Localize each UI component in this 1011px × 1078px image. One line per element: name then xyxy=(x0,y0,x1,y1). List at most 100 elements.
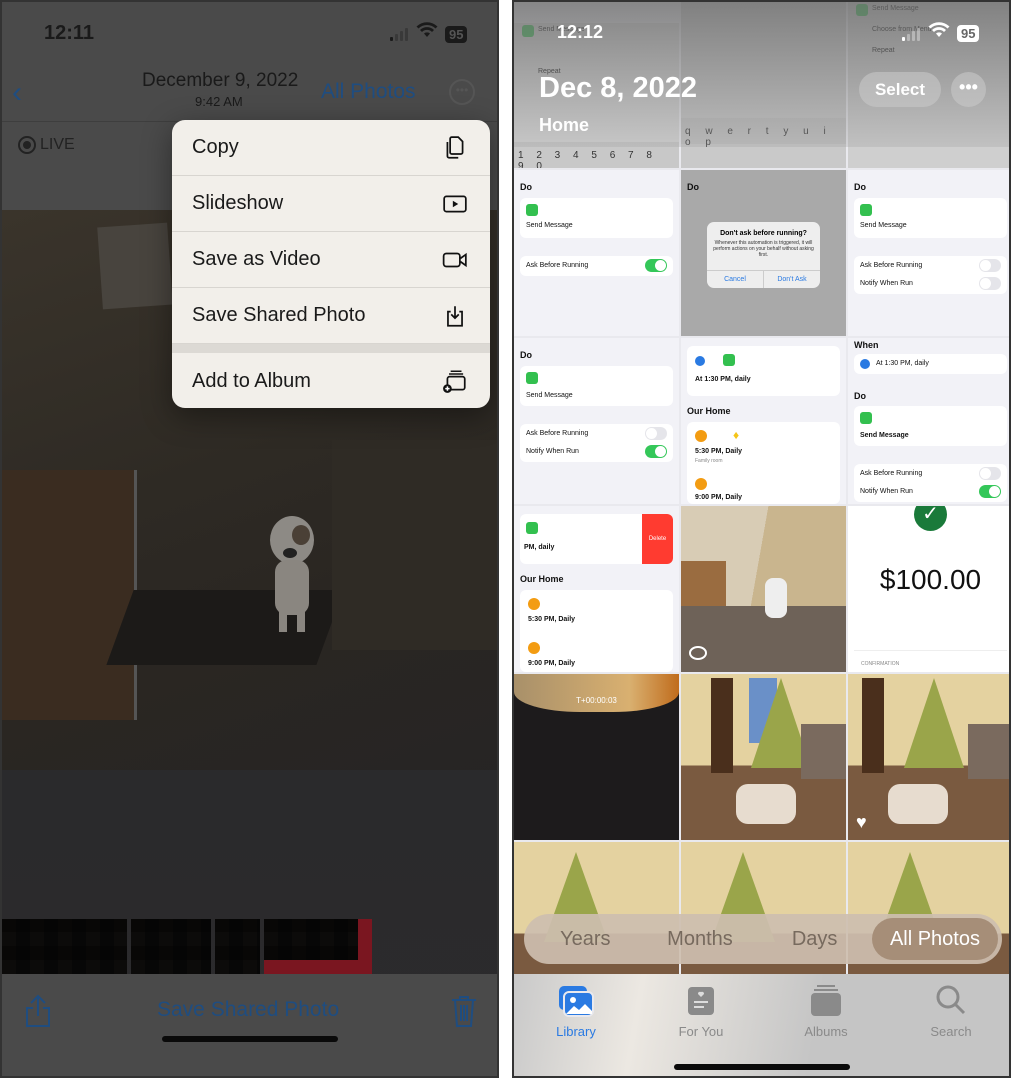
header-overlay: 12:12 95 Dec 8, 2022 Home Select ••• xyxy=(514,2,1009,147)
lamp-icon: ♦ xyxy=(733,428,740,442)
thumbnail[interactable] xyxy=(215,919,260,974)
trash-icon[interactable] xyxy=(450,994,478,1028)
status-time: 12:12 xyxy=(557,22,604,42)
thumbnail-strip[interactable] xyxy=(2,919,497,974)
copy-icon xyxy=(446,135,464,159)
photo-tile[interactable] xyxy=(681,506,846,672)
tab-library[interactable]: Library xyxy=(531,984,621,1039)
toggle-switch[interactable] xyxy=(645,445,667,458)
menu-item-add-to-album[interactable]: Add to Album xyxy=(172,353,490,408)
left-phone-screen: 12:11 95 ‹ December 9, 2022 9:42 AM All … xyxy=(0,0,499,1078)
thumbnail[interactable] xyxy=(2,919,127,974)
dogs xyxy=(736,784,796,824)
back-chevron-icon[interactable]: ‹ xyxy=(12,76,22,110)
all-photos-button[interactable]: All Photos xyxy=(321,80,416,104)
tab-for-you[interactable]: For You xyxy=(656,984,746,1039)
payment-amount: $100.00 xyxy=(879,564,982,595)
thumbnail[interactable] xyxy=(131,919,211,974)
menu-separator xyxy=(172,344,490,353)
home-indicator xyxy=(162,1036,338,1042)
segment-days[interactable]: Days xyxy=(757,918,872,960)
share-icon[interactable] xyxy=(24,994,52,1028)
navigation-bar: ‹ December 9, 2022 9:42 AM All Photos ••… xyxy=(2,62,497,122)
delete-button[interactable]: Delete xyxy=(642,514,673,564)
view-segmented-control: Years Months Days All Photos xyxy=(524,914,1002,964)
comment-icon[interactable] xyxy=(689,646,707,660)
menu-item-slideshow[interactable]: Slideshow xyxy=(172,176,490,232)
photo-wall xyxy=(332,440,497,650)
download-icon xyxy=(447,305,463,327)
video-header xyxy=(514,674,679,712)
favorite-heart-icon: ♥ xyxy=(856,812,867,832)
tab-albums[interactable]: Albums xyxy=(781,984,871,1039)
library-location: Home xyxy=(539,115,590,135)
select-button[interactable]: Select xyxy=(859,72,941,107)
grandfather-clock xyxy=(711,678,733,773)
checkmark-icon: ✓ xyxy=(914,506,947,531)
photo-time: 9:42 AM xyxy=(195,94,243,109)
wifi-icon xyxy=(928,22,950,43)
wall-calendar xyxy=(97,222,173,310)
message-icon xyxy=(526,204,538,216)
cellular-signal-icon xyxy=(902,28,920,41)
dog-figure xyxy=(270,516,314,632)
wifi-icon xyxy=(416,22,438,43)
menu-item-save-shared-photo[interactable]: Save Shared Photo xyxy=(172,288,490,344)
clock-icon xyxy=(695,430,707,442)
toggle-switch[interactable] xyxy=(979,485,1001,498)
video-icon xyxy=(442,252,467,267)
photo-tile[interactable]: Do Send Message Ask Before Running Notify… xyxy=(514,338,679,504)
bottom-toolbar: Save Shared Photo xyxy=(2,974,497,1076)
photo-tile[interactable]: ♥ xyxy=(848,674,1009,840)
clock-icon xyxy=(695,478,707,490)
clock-icon xyxy=(860,359,870,369)
divider xyxy=(854,650,1007,651)
right-phone-screen: Send Message Repeat 1 2 3 4 5 6 7 8 9 0 … xyxy=(512,0,1011,1078)
library-icon xyxy=(559,986,594,1017)
photo-tile[interactable]: Do Don't ask before running? Whenever th… xyxy=(681,170,846,336)
library-date-title: Dec 8, 2022 xyxy=(539,72,698,104)
thumbnail[interactable] xyxy=(264,919,372,974)
battery-indicator: 95 xyxy=(445,26,468,43)
photo-tile[interactable]: Do Send Message Ask Before Running xyxy=(514,170,679,336)
grandfather-clock xyxy=(862,678,884,773)
clock-icon xyxy=(695,356,705,366)
message-icon xyxy=(860,204,872,216)
segment-years[interactable]: Years xyxy=(528,918,643,960)
alert-dialog: Don't ask before running? Whenever this … xyxy=(707,222,820,288)
context-menu: Copy Slideshow Save as Video Save Shared… xyxy=(172,120,490,408)
toggle-switch[interactable] xyxy=(979,259,1001,272)
clock-icon xyxy=(528,598,540,610)
status-bar: 12:11 95 xyxy=(2,2,497,62)
toggle-switch[interactable] xyxy=(979,277,1001,290)
toggle-switch[interactable] xyxy=(979,467,1001,480)
search-icon xyxy=(936,985,966,1015)
photo-tile[interactable]: At 1:30 PM, daily Our Home ♦ 5:30 PM, Dai… xyxy=(681,338,846,504)
photo-date: December 9, 2022 xyxy=(142,70,299,91)
live-photo-badge[interactable]: LIVE xyxy=(18,136,75,154)
photo-tile[interactable]: PM, daily Delete Our Home 5:30 PM, Daily 9… xyxy=(514,506,679,672)
menu-item-save-as-video[interactable]: Save as Video xyxy=(172,232,490,288)
segment-months[interactable]: Months xyxy=(643,918,758,960)
more-options-icon[interactable]: ••• xyxy=(449,79,475,105)
more-options-icon[interactable]: ••• xyxy=(951,72,986,107)
clock-icon xyxy=(528,642,540,654)
photo-tile[interactable]: When At 1:30 PM, daily Do Send Message A… xyxy=(848,338,1009,504)
toggle-switch[interactable] xyxy=(645,427,667,440)
home-indicator xyxy=(674,1064,850,1070)
photo-tile[interactable]: ✓ $100.00 CONFIRMATION xyxy=(848,506,1009,672)
photo-grid: Send Message Repeat 1 2 3 4 5 6 7 8 9 0 … xyxy=(514,2,1009,1008)
message-icon xyxy=(526,372,538,384)
photo-floor xyxy=(681,606,846,672)
menu-item-copy[interactable]: Copy xyxy=(172,120,490,176)
live-icon xyxy=(18,136,36,154)
segment-all-photos[interactable]: All Photos xyxy=(871,918,999,960)
message-icon xyxy=(526,522,538,534)
photo-tile[interactable]: T+00:00:03 xyxy=(514,674,679,840)
toggle-switch[interactable] xyxy=(645,259,667,272)
tab-bar: Library For You Albums Search xyxy=(514,974,1009,1076)
photo-tile[interactable]: Do Send Message Ask Before Running Notify… xyxy=(848,170,1009,336)
save-shared-photo-button[interactable]: Save Shared Photo xyxy=(157,998,339,1022)
tab-search[interactable]: Search xyxy=(906,984,996,1039)
photo-tile[interactable] xyxy=(681,674,846,840)
